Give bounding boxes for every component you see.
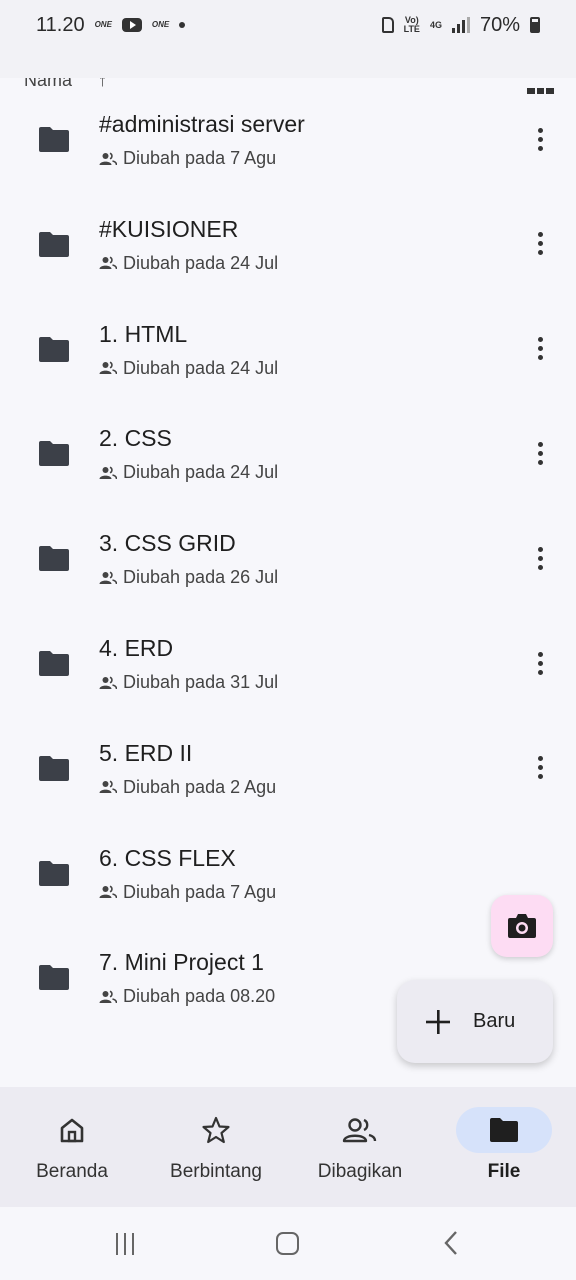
camera-icon xyxy=(508,914,536,938)
more-options-icon[interactable] xyxy=(524,433,556,473)
nav-label-dibagikan: Dibagikan xyxy=(317,1161,403,1182)
file-name: 4. ERD xyxy=(99,635,174,661)
nav-item-dibagikan[interactable]: Dibagikan xyxy=(288,1087,432,1207)
people-icon xyxy=(342,1118,377,1143)
carrier-logo-icon-2: ONE xyxy=(151,20,170,29)
file-row[interactable]: #KUISIONER Diubah pada 24 Jul xyxy=(0,162,576,273)
file-name: #KUISIONER xyxy=(99,215,239,242)
folder-icon xyxy=(39,127,69,152)
notification-dot-icon xyxy=(179,22,186,28)
status-right: Vo) LTE 4G 70% xyxy=(381,13,540,37)
more-options-icon[interactable] xyxy=(524,538,556,578)
bottom-navigation: Beranda Berbintang Dibagikan File xyxy=(0,1087,576,1207)
folder-icon xyxy=(39,755,69,781)
status-time: 11.20 xyxy=(36,13,85,36)
file-row[interactable]: #administrasi server Diubah pada 7 Agu xyxy=(0,57,576,168)
shared-people-icon xyxy=(99,990,117,1003)
nav-icon-wrap xyxy=(312,1107,408,1153)
folder-icon xyxy=(39,860,69,886)
nav-icon-wrap xyxy=(24,1107,120,1153)
file-modified-text: Diubah pada 08.20 xyxy=(123,986,276,1007)
more-options-icon[interactable] xyxy=(524,224,556,264)
nav-item-beranda[interactable]: Beranda xyxy=(0,1087,144,1207)
more-options-icon[interactable] xyxy=(524,643,556,683)
folder-icon xyxy=(39,965,69,991)
new-button[interactable]: Baru xyxy=(397,980,553,1063)
youtube-icon xyxy=(121,18,142,32)
file-name: 3. CSS GRID xyxy=(99,530,236,557)
file-row[interactable]: 4. ERD Diubah pada 31 Jul xyxy=(0,581,576,692)
status-left: 11.20 ONE ONE xyxy=(36,13,186,37)
more-options-icon[interactable] xyxy=(524,748,556,788)
home-button-icon[interactable] xyxy=(276,1232,299,1255)
folder-icon xyxy=(490,1118,518,1142)
home-icon xyxy=(60,1118,84,1143)
network-type-icon: 4G xyxy=(429,19,442,30)
file-name: 5. ERD II xyxy=(99,739,193,766)
folder-icon xyxy=(39,336,69,362)
file-meta: Diubah pada 08.20 xyxy=(99,986,275,1007)
battery-percent: 70% xyxy=(479,13,520,36)
system-navigation-bar xyxy=(0,1207,576,1280)
folder-icon xyxy=(39,546,69,572)
scan-camera-button[interactable] xyxy=(491,895,553,957)
nav-label-file: File xyxy=(487,1161,521,1182)
volte-icon: Vo) LTE xyxy=(403,15,420,34)
new-button-label: Baru xyxy=(473,1010,516,1032)
file-name: 1. HTML xyxy=(99,320,188,347)
more-options-icon[interactable] xyxy=(524,329,556,369)
file-name: #administrasi server xyxy=(99,111,305,137)
file-row[interactable]: 5. ERD II Diubah pada 2 Agu xyxy=(0,686,576,797)
signal-icon xyxy=(451,17,470,33)
nav-label-beranda: Beranda xyxy=(36,1161,108,1182)
carrier-logo-icon: ONE xyxy=(94,20,112,29)
nav-active-pill xyxy=(456,1107,552,1153)
back-icon[interactable] xyxy=(443,1229,459,1264)
file-name: 2. CSS xyxy=(99,425,172,452)
nav-label-berbintang: Berbintang xyxy=(170,1161,262,1182)
battery-icon xyxy=(530,17,540,33)
folder-icon xyxy=(39,231,69,257)
plus-icon xyxy=(426,1009,450,1034)
file-row[interactable]: 1. HTML Diubah pada 24 Jul xyxy=(0,267,576,378)
status-bar: 11.20 ONE ONE Vo) LTE 4G 70% xyxy=(0,0,576,50)
more-options-icon[interactable] xyxy=(524,119,556,159)
sim-icon xyxy=(381,17,394,33)
file-name: 6. CSS FLEX xyxy=(99,844,236,871)
file-name: 7. Mini Project 1 xyxy=(99,949,264,976)
folder-icon xyxy=(39,651,69,676)
recent-apps-icon[interactable] xyxy=(116,1233,134,1255)
file-row[interactable]: 3. CSS GRID Diubah pada 26 Jul xyxy=(0,476,576,587)
file-row[interactable]: 6. CSS FLEX Diubah pada 7 Agu xyxy=(0,791,576,902)
nav-item-berbintang[interactable]: Berbintang xyxy=(144,1087,288,1207)
nav-item-file[interactable]: File xyxy=(432,1087,576,1207)
folder-icon xyxy=(39,441,69,467)
file-row[interactable]: 2. CSS Diubah pada 24 Jul xyxy=(0,371,576,482)
star-icon xyxy=(202,1116,230,1144)
nav-icon-wrap xyxy=(168,1107,264,1153)
